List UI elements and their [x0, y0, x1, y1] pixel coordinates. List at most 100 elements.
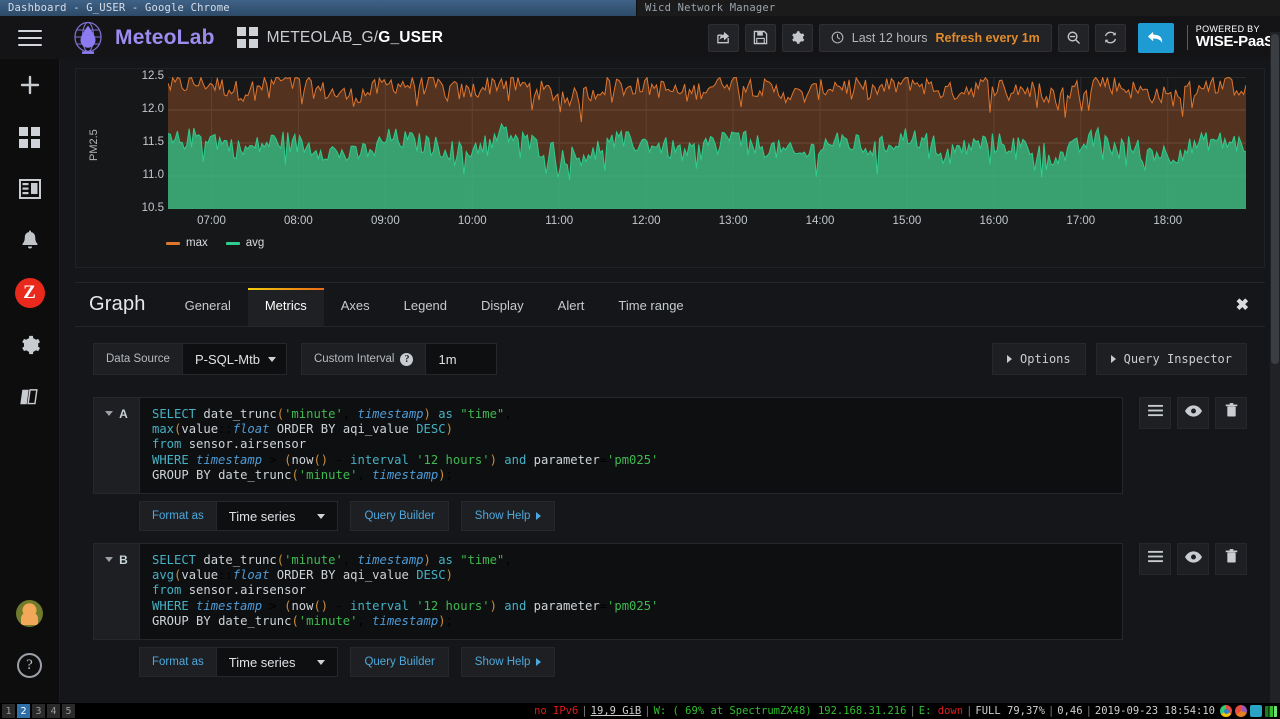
tab-display[interactable]: Display	[464, 288, 541, 326]
tab-axes[interactable]: Axes	[324, 288, 387, 326]
show-help-button[interactable]: Show Help	[461, 647, 556, 677]
window-titlebar: Dashboard - G_USER - Google Chrome Wicd …	[0, 0, 1280, 16]
meteolab-logo-icon	[70, 21, 106, 55]
format-as-select[interactable]: Time series	[216, 647, 339, 677]
custom-interval-input[interactable]: 1m	[425, 343, 497, 375]
x-tick: 17:00	[1066, 215, 1095, 227]
tab-alert[interactable]: Alert	[541, 288, 602, 326]
tab-metrics[interactable]: Metrics	[248, 288, 324, 326]
share-dashboard-button[interactable]	[708, 24, 739, 52]
sidebar-item-help[interactable]: ?	[0, 639, 60, 691]
toggle-edit-mode-button[interactable]	[1139, 543, 1171, 575]
remove-query-button[interactable]	[1215, 397, 1247, 429]
dashboard-settings-button[interactable]	[782, 24, 813, 52]
x-tick: 11:00	[545, 215, 573, 227]
cloud-icon[interactable]	[1250, 705, 1262, 717]
legend-item[interactable]: max	[166, 237, 208, 249]
chrome-icon[interactable]	[1220, 705, 1232, 717]
dashboard-grid-icon	[237, 27, 258, 48]
window-title-active[interactable]: Dashboard - G_USER - Google Chrome	[0, 0, 637, 16]
powered-by-line2: WISE-PaaS	[1196, 34, 1274, 50]
y-tick: 12.5	[142, 70, 164, 82]
time-range-label: Last 12 hours	[852, 31, 928, 45]
eye-icon	[1185, 550, 1202, 568]
sidebar-item-create[interactable]	[0, 59, 60, 111]
chevron-right-icon	[536, 658, 541, 666]
signal-bars-icon[interactable]	[1265, 706, 1277, 717]
powered-by-wisepaas: POWERED BY WISE-PaaS	[1187, 25, 1274, 50]
sidebar-item-docs[interactable]	[0, 371, 60, 423]
workspace-5[interactable]: 5	[62, 704, 75, 718]
brand[interactable]: MeteoLab	[70, 21, 215, 55]
options-toggle[interactable]: Options	[992, 343, 1086, 375]
datasource-row: Data Source P-SQL-Mtb Custom Interval ? …	[75, 327, 1265, 385]
format-as-value: Time series	[229, 655, 296, 670]
tab-time-range[interactable]: Time range	[601, 288, 700, 326]
graph-panel[interactable]: PM2.5 12.512.011.511.010.5 07:0008:0009:…	[75, 68, 1265, 268]
time-range-picker[interactable]: Last 12 hours Refresh every 1m	[819, 24, 1052, 52]
chevron-right-icon	[1007, 355, 1012, 363]
workspace-1[interactable]: 1	[2, 704, 15, 718]
query-inspector-toggle[interactable]: Query Inspector	[1096, 343, 1247, 375]
query-ref-id[interactable]: A	[93, 397, 139, 494]
sql-editor[interactable]: SELECT date_trunc('minute', timestamp) a…	[139, 397, 1123, 494]
breadcrumb-dashboard[interactable]: G_USER	[378, 29, 443, 46]
remove-query-button[interactable]	[1215, 543, 1247, 575]
sidebar-item-user[interactable]	[0, 587, 60, 639]
page-scrollbar[interactable]	[1270, 32, 1280, 703]
query-builder-button[interactable]: Query Builder	[350, 501, 448, 531]
graph-plot-area[interactable]	[168, 77, 1246, 209]
system-tray[interactable]	[1220, 705, 1277, 717]
memory-status: 19,9 GiB	[591, 705, 642, 717]
sql-editor[interactable]: SELECT date_trunc('minute', timestamp) a…	[139, 543, 1123, 640]
legend-item[interactable]: avg	[226, 237, 265, 249]
battery-status: FULL 79,37%	[975, 705, 1045, 717]
breadcrumb[interactable]: METEOLAB_G/G_USER	[237, 27, 444, 48]
grid-icon	[19, 127, 40, 148]
format-as-value: Time series	[229, 509, 296, 524]
query-ref-id[interactable]: B	[93, 543, 139, 640]
show-help-button[interactable]: Show Help	[461, 501, 556, 531]
back-button[interactable]	[1138, 23, 1174, 53]
toggle-query-visibility-button[interactable]	[1177, 397, 1209, 429]
app-sidebar: Z ?	[0, 16, 60, 703]
save-dashboard-button[interactable]	[745, 24, 776, 52]
x-tick: 18:00	[1153, 215, 1182, 227]
workspace-switcher[interactable]: 12345	[0, 704, 75, 718]
workspace-4[interactable]: 4	[47, 704, 60, 718]
toggle-edit-mode-button[interactable]	[1139, 397, 1171, 429]
format-as-label: Format as	[139, 501, 216, 531]
book-icon	[19, 387, 41, 407]
back-arrow-icon	[1146, 29, 1165, 46]
window-title-inactive[interactable]: Wicd Network Manager	[637, 0, 1280, 16]
sidebar-item-configuration[interactable]	[0, 319, 60, 371]
sidebar-item-alerting[interactable]	[0, 215, 60, 267]
help-circle-icon[interactable]: ?	[400, 353, 413, 366]
legend-color-swatch	[166, 242, 180, 245]
toggle-query-visibility-button[interactable]	[1177, 543, 1209, 575]
sidebar-item-panels[interactable]	[0, 163, 60, 215]
workspace-2[interactable]: 2	[17, 704, 30, 718]
query-builder-button[interactable]: Query Builder	[350, 647, 448, 677]
scrollbar-thumb[interactable]	[1271, 34, 1279, 364]
sidebar-menu-toggle[interactable]	[0, 16, 60, 59]
sidebar-item-zabbix[interactable]: Z	[0, 267, 60, 319]
format-as-select[interactable]: Time series	[216, 501, 339, 531]
chevron-down-icon	[105, 557, 113, 562]
sidebar-item-dashboards[interactable]	[0, 111, 60, 163]
panel-editor-tabs: Graph GeneralMetricsAxesLegendDisplayAle…	[75, 283, 1265, 327]
close-editor-button[interactable]: ✖	[1236, 295, 1249, 315]
breadcrumb-folder[interactable]: METEOLAB_G/	[267, 29, 379, 46]
graph-legend[interactable]: max avg	[166, 237, 264, 249]
datasource-select[interactable]: P-SQL-Mtb	[182, 343, 287, 375]
firefox-icon[interactable]	[1235, 705, 1247, 717]
tab-label: Display	[481, 298, 524, 313]
workspace-3[interactable]: 3	[32, 704, 45, 718]
zoom-out-button[interactable]	[1058, 24, 1089, 52]
tab-legend[interactable]: Legend	[387, 288, 464, 326]
tab-general[interactable]: General	[168, 288, 248, 326]
tab-label: Time range	[618, 298, 683, 313]
y-tick: 11.5	[142, 136, 164, 148]
refresh-button[interactable]	[1095, 24, 1126, 52]
navbar-actions: Last 12 hours Refresh every 1m	[708, 23, 1274, 53]
